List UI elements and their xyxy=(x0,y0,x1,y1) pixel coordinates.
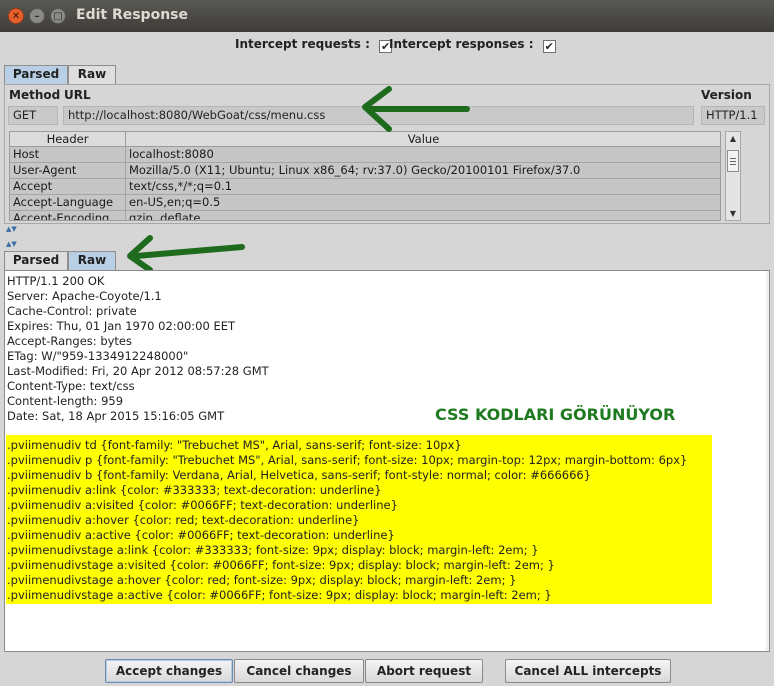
intercept-requests-option: Intercept requests : ✔ xyxy=(235,37,393,55)
table-row[interactable]: Accept-Language en-US,en;q=0.5 xyxy=(10,195,720,211)
raw-css-line: .pviimenudiv p {font-family: "Trebuchet … xyxy=(7,453,688,467)
header-table: Header Value Host localhost:8080 User-Agen… xyxy=(9,131,721,221)
abort-request-button[interactable]: Abort request xyxy=(365,659,483,683)
method-label: Method xyxy=(9,88,61,102)
version-label: Version xyxy=(701,88,752,102)
header-table-scrollbar[interactable]: ▲ ▼ xyxy=(725,131,741,221)
table-row[interactable]: Accept-Encoding gzip, deflate xyxy=(10,211,720,220)
header-name-cell[interactable]: Accept xyxy=(10,179,126,195)
minimize-icon[interactable]: – xyxy=(29,8,45,24)
splitter-middle[interactable]: ▲▼ xyxy=(4,240,770,248)
raw-css-line: .pviimenudiv a:hover {color: red; text-d… xyxy=(7,513,360,527)
scroll-up-icon[interactable]: ▲ xyxy=(728,134,738,143)
header-value-cell[interactable]: text/css,*/*;q=0.1 xyxy=(126,179,720,195)
version-field[interactable]: HTTP/1.1 xyxy=(701,106,765,125)
header-value-cell[interactable]: en-US,en;q=0.5 xyxy=(126,195,720,211)
raw-css-line: .pviimenudivstage a:active {color: #0066… xyxy=(7,588,552,602)
splitter-top[interactable]: ▲▼ xyxy=(4,225,770,233)
header-name-cell[interactable]: User-Agent xyxy=(10,163,126,179)
raw-header-line: Content-length: 959 xyxy=(7,394,124,408)
header-name-cell[interactable]: Accept-Encoding xyxy=(10,211,126,220)
splitter-arrow-icon[interactable]: ▲▼ xyxy=(6,225,17,233)
intercept-responses-label: Intercept responses : xyxy=(389,37,534,51)
header-value-cell[interactable]: localhost:8080 xyxy=(126,147,720,163)
maximize-icon[interactable]: □ xyxy=(50,8,66,24)
splitter-arrow-icon[interactable]: ▲▼ xyxy=(6,240,17,248)
cancel-all-intercepts-button[interactable]: Cancel ALL intercepts xyxy=(505,659,671,683)
raw-css-line: .pviimenudivstage a:hover {color: red; f… xyxy=(7,573,517,587)
raw-header-line: Date: Sat, 18 Apr 2015 15:16:05 GMT xyxy=(7,409,225,423)
header-value-cell[interactable]: gzip, deflate xyxy=(126,211,720,220)
raw-header-line: Accept-Ranges: bytes xyxy=(7,334,132,348)
raw-css-line: .pviimenudiv b {font-family: Verdana, Ar… xyxy=(7,468,592,482)
green-arrow-icon xyxy=(362,86,470,132)
raw-header-line: HTTP/1.1 200 OK xyxy=(7,274,105,288)
accept-changes-button[interactable]: Accept changes xyxy=(105,659,233,683)
raw-header-line: Content-Type: text/css xyxy=(7,379,135,393)
table-row[interactable]: Accept text/css,*/*;q=0.1 xyxy=(10,179,720,195)
url-label: URL xyxy=(64,88,91,102)
header-column[interactable]: Header xyxy=(10,132,126,147)
table-row[interactable]: User-Agent Mozilla/5.0 (X11; Ubuntu; Linu… xyxy=(10,163,720,179)
intercept-responses-option: Intercept responses : ✔ xyxy=(389,37,556,55)
tab-response-raw[interactable]: Raw xyxy=(68,251,116,270)
raw-header-line: ETag: W/"959-1334912248000" xyxy=(7,349,189,363)
scroll-down-icon[interactable]: ▼ xyxy=(728,209,738,218)
tab-response-parsed[interactable]: Parsed xyxy=(4,251,68,270)
window-title: Edit Response xyxy=(76,7,188,23)
raw-response-editor[interactable]: HTTP/1.1 200 OK Server: Apache-Coyote/1.1… xyxy=(4,270,770,652)
raw-css-line: .pviimenudiv td {font-family: "Trebuchet… xyxy=(7,438,462,452)
raw-css-line: .pviimenudiv a:active {color: #0066FF; t… xyxy=(7,528,395,542)
title-bar: ✕ – □ Edit Response xyxy=(0,0,774,32)
raw-scrollbar[interactable] xyxy=(766,271,769,651)
raw-css-line: .pviimenudiv a:visited {color: #0066FF; … xyxy=(7,498,398,512)
method-field[interactable]: GET xyxy=(8,106,58,125)
raw-header-line: Server: Apache-Coyote/1.1 xyxy=(7,289,162,303)
tab-request-parsed[interactable]: Parsed xyxy=(4,65,68,84)
intercept-requests-label: Intercept requests : xyxy=(235,37,370,51)
tab-request-raw[interactable]: Raw xyxy=(68,65,116,84)
raw-header-line: Expires: Thu, 01 Jan 1970 02:00:00 EET xyxy=(7,319,236,333)
raw-header-line: Cache-Control: private xyxy=(7,304,137,318)
header-name-cell[interactable]: Host xyxy=(10,147,126,163)
header-name-cell[interactable]: Accept-Language xyxy=(10,195,126,211)
request-panel: Method URL Version GET http://localhost:… xyxy=(4,84,770,224)
raw-css-line: .pviimenudivstage a:visited {color: #006… xyxy=(7,558,555,572)
table-row[interactable]: Host localhost:8080 xyxy=(10,147,720,163)
raw-css-line: .pviimenudivstage a:link {color: #333333… xyxy=(7,543,539,557)
css-annotation: CSS KODLARI GÖRÜNÜYOR xyxy=(435,405,676,424)
raw-css-line: .pviimenudiv a:link {color: #333333; tex… xyxy=(7,483,382,497)
header-value-cell[interactable]: Mozilla/5.0 (X11; Ubuntu; Linux x86_64; … xyxy=(126,163,720,179)
close-icon[interactable]: ✕ xyxy=(8,8,24,24)
cancel-changes-button[interactable]: Cancel changes xyxy=(234,659,364,683)
intercept-responses-checkbox[interactable]: ✔ xyxy=(542,40,556,53)
scroll-thumb[interactable] xyxy=(727,150,739,172)
raw-header-line: Last-Modified: Fri, 20 Apr 2012 08:57:28… xyxy=(7,364,269,378)
